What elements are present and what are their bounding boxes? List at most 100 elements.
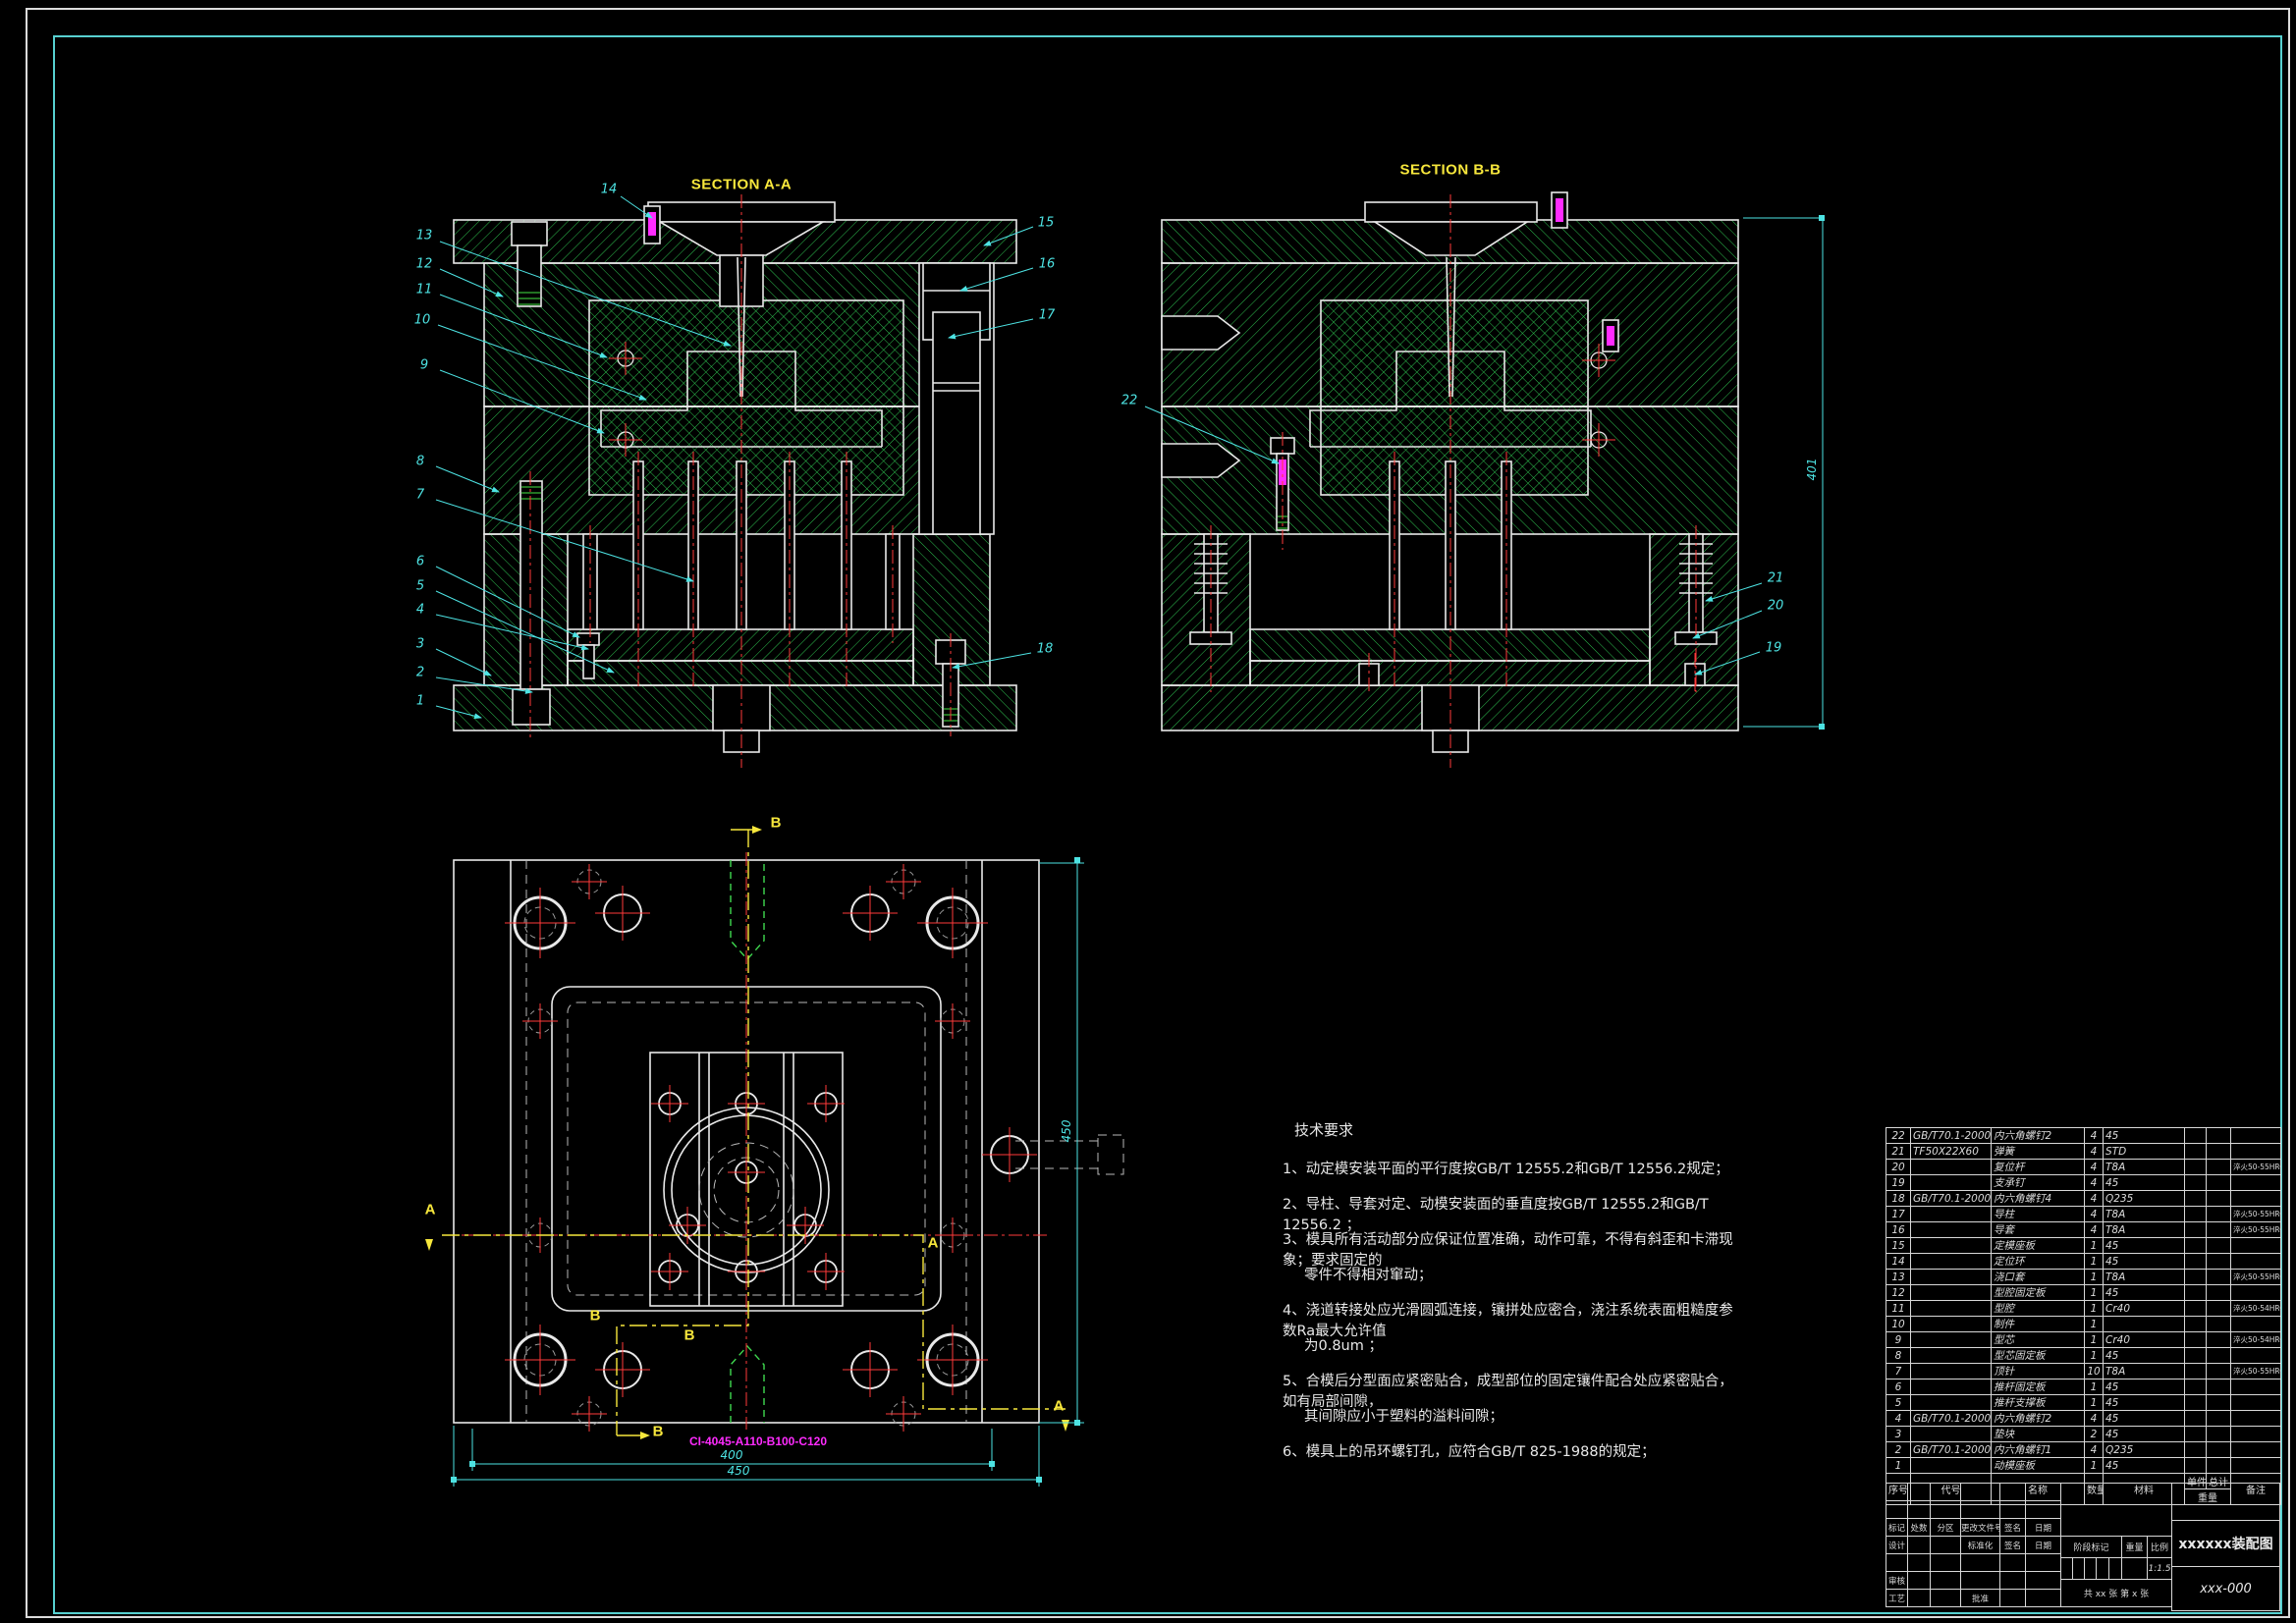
table-cell <box>1910 1206 1992 1222</box>
weight-cell <box>2121 1557 2148 1580</box>
table-cell <box>1999 1500 2026 1519</box>
table-cell: 9 <box>1886 1331 1911 1348</box>
table-cell <box>2230 1441 2281 1458</box>
balloon-18: 18 <box>1036 641 1054 657</box>
balloon-2: 2 <box>415 665 425 680</box>
table-cell <box>2103 1316 2185 1332</box>
table-cell: Q235 <box>2103 1190 2185 1207</box>
table-cell: 1 <box>2084 1300 2104 1317</box>
tech-requirement-line: 6、模具上的吊环螺钉孔，应符合GB/T 825-1988的规定； <box>1283 1444 1656 1460</box>
table-cell <box>2230 1426 2281 1442</box>
table-cell: 45 <box>2103 1284 2185 1301</box>
table-cell <box>2184 1410 2207 1427</box>
section-marker-B: B <box>652 1423 664 1440</box>
table-cell <box>2206 1300 2231 1317</box>
table-cell: 2 <box>1886 1441 1911 1458</box>
table-cell <box>1910 1253 1992 1270</box>
table-cell: 1 <box>2084 1457 2104 1474</box>
section-marker-B: B <box>589 1307 601 1325</box>
table-cell: 淬火50-55HRC <box>2230 1363 2281 1380</box>
stage-cell <box>2108 1557 2122 1580</box>
table-cell: T8A <box>2103 1363 2185 1380</box>
tech-requirement-line: 4、浇道转接处应光滑圆弧连接，镶拼处应密合，浇注系统表面粗糙度参数Ra最大允许值 <box>1283 1303 1733 1339</box>
table-cell <box>2230 1253 2281 1270</box>
table-cell <box>2230 1410 2281 1427</box>
table-cell: 标准化 <box>1960 1536 2000 1554</box>
table-cell <box>2230 1457 2281 1474</box>
table-cell: 4 <box>2084 1143 2104 1160</box>
dim-plan-outer-width: 450 <box>727 1464 750 1478</box>
table-cell: 21 <box>1886 1143 1911 1160</box>
table-cell: TF50X22X60 <box>1910 1143 1992 1160</box>
table-cell <box>1960 1500 2000 1519</box>
table-cell: 1 <box>1886 1457 1911 1474</box>
table-cell <box>2184 1441 2207 1458</box>
table-cell: 45 <box>2103 1347 2185 1364</box>
table-cell: 型芯固定板 <box>1991 1347 2085 1364</box>
table-cell <box>2230 1190 2281 1207</box>
table-cell: 淬火50-54HRC <box>2230 1300 2281 1317</box>
table-cell: 型腔固定板 <box>1991 1284 2085 1301</box>
table-cell: 处数 <box>1907 1518 1931 1537</box>
table-cell <box>2230 1127 2281 1144</box>
table-cell <box>2206 1347 2231 1364</box>
table-cell <box>2206 1331 2231 1348</box>
table-cell: 支承钉 <box>1991 1174 2085 1191</box>
table-cell: 分区 <box>1930 1518 1961 1537</box>
table-cell <box>2184 1331 2207 1348</box>
table-cell: 淬火50-55HRC <box>2230 1221 2281 1238</box>
table-row: 4 GB/T70.1-2000 内六角螺钉2 4 45 <box>1886 1410 2281 1427</box>
table-row: 13 浇口套 1 T8A 淬火50-55HRC <box>1886 1269 2281 1285</box>
table-cell: 动模座板 <box>1991 1457 2085 1474</box>
table-cell <box>2184 1221 2207 1238</box>
table-cell: 制件 <box>1991 1316 2085 1332</box>
table-cell: 4 <box>2084 1190 2104 1207</box>
balloon-7: 7 <box>415 487 425 503</box>
table-cell: 4 <box>2084 1221 2104 1238</box>
table-cell: 弹簧 <box>1991 1143 2085 1160</box>
drawing-title: xxxxxx装配图 <box>2171 1520 2280 1567</box>
table-row: 14 定位环 1 45 <box>1886 1253 2281 1270</box>
tech-requirement-line: 零件不得相对窜动； <box>1304 1268 1433 1283</box>
table-cell <box>2025 1589 2061 1607</box>
table-cell <box>2206 1174 2231 1191</box>
scale-label: 比例 <box>2146 1536 2173 1558</box>
table-cell: 签名 <box>1999 1536 2026 1554</box>
section-marker-A: A <box>927 1234 939 1252</box>
table-cell <box>2230 1379 2281 1395</box>
balloon-9: 9 <box>419 357 429 373</box>
table-cell <box>2184 1363 2207 1380</box>
table-cell: 1 <box>2084 1394 2104 1411</box>
dim-plan-height: 450 <box>1060 1119 1073 1143</box>
drawing-number: xxx-000 <box>2171 1566 2280 1611</box>
table-cell <box>2184 1316 2207 1332</box>
balloon-5: 5 <box>415 578 425 594</box>
title-block-revision-rows: 标记 处数 分区 更改文件号 签名 日期 设计 标准化 签名 日期 审核 工艺 批准 <box>1886 1483 2061 1607</box>
table-cell <box>2206 1190 2231 1207</box>
table-cell: 定位环 <box>1991 1253 2085 1270</box>
table-row: 18 GB/T70.1-2000 内六角螺钉4 4 Q235 <box>1886 1190 2281 1207</box>
table-row <box>1886 1500 2061 1519</box>
table-row: 6 推杆固定板 1 45 <box>1886 1379 2281 1395</box>
table-cell <box>2025 1553 2061 1572</box>
tech-requirement-line: 其间隙应小于塑料的溢料间隙； <box>1304 1409 1503 1425</box>
table-cell: 日期 <box>2025 1536 2061 1554</box>
table-row: 1 动模座板 1 45 <box>1886 1457 2281 1474</box>
table-row: 标记 处数 分区 更改文件号 签名 日期 <box>1886 1518 2061 1537</box>
table-cell: 日期 <box>2025 1518 2061 1537</box>
table-cell <box>2184 1127 2207 1144</box>
table-cell: 垫块 <box>1991 1426 2085 1442</box>
table-cell: 签名 <box>1999 1518 2026 1537</box>
title-block-blank-cell <box>2059 1483 2173 1537</box>
table-cell <box>2206 1394 2231 1411</box>
table-cell <box>2206 1410 2231 1427</box>
table-cell: 内六角螺钉4 <box>1991 1190 2085 1207</box>
table-cell: 20 <box>1886 1159 1911 1175</box>
table-cell: 3 <box>1886 1426 1911 1442</box>
table-cell <box>1910 1457 1992 1474</box>
table-cell <box>2230 1143 2281 1160</box>
mold-base-code: CI-4045-A110-B100-C120 <box>688 1434 828 1448</box>
table-cell: T8A <box>2103 1159 2185 1175</box>
table-cell <box>2206 1237 2231 1254</box>
section-marker-A: A <box>424 1201 436 1218</box>
